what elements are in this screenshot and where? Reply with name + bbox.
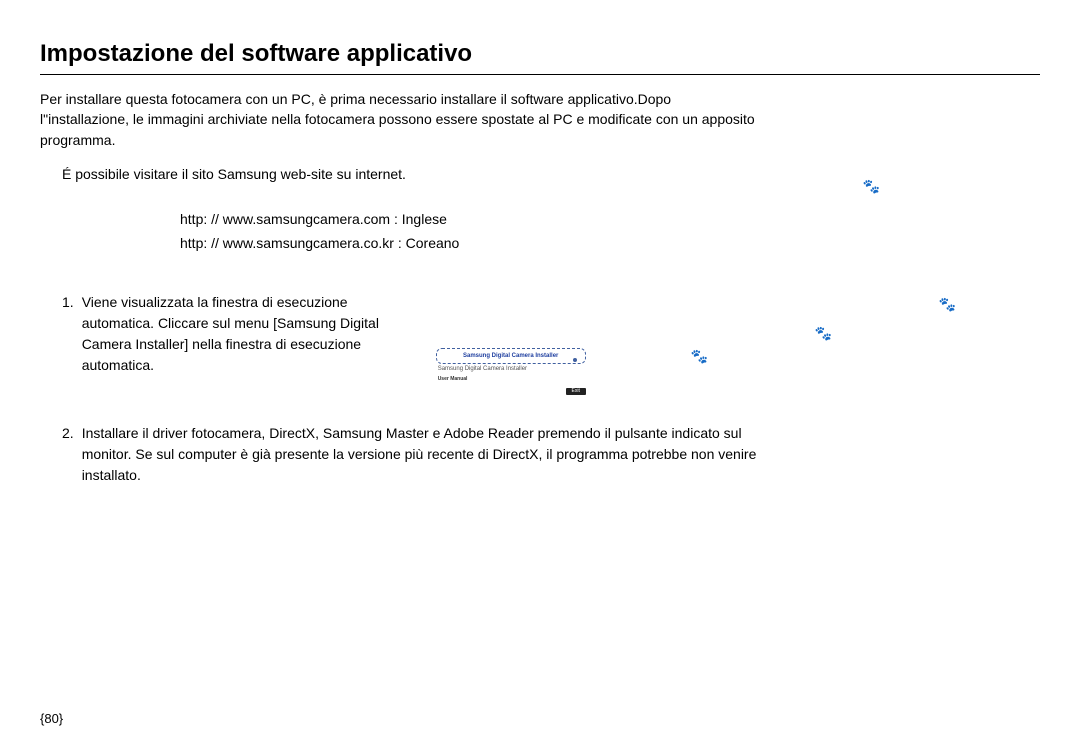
url-english: http: // www.samsungcamera.com : Inglese bbox=[180, 208, 1040, 232]
autorun-screenshot: Samsung Digital Camera Installer Samsung… bbox=[436, 348, 586, 395]
page-title: Impostazione del software applicativo bbox=[40, 40, 1040, 68]
step-2-number: 2. bbox=[62, 423, 74, 444]
url-korean: http: // www.samsungcamera.co.kr : Corea… bbox=[180, 232, 1040, 256]
step-2: 2. Installare il driver fotocamera, Dire… bbox=[62, 423, 1040, 486]
step-1-text: Viene visualizzata la finestra di esecuz… bbox=[82, 292, 412, 376]
autorun-exit-button: Exit bbox=[566, 388, 586, 395]
title-divider bbox=[40, 74, 1040, 75]
page: Impostazione del software applicativo Pe… bbox=[0, 0, 1080, 746]
page-number: {80} bbox=[40, 711, 63, 726]
paw-icon: 🐾 bbox=[863, 178, 880, 195]
url-block: http: // www.samsungcamera.com : Inglese… bbox=[180, 208, 1040, 256]
paw-icon: 🐾 bbox=[939, 296, 956, 313]
autorun-installer-subtext: Samsung Digital Camera Installer bbox=[438, 366, 586, 372]
paw-icon: 🐾 bbox=[815, 325, 832, 342]
paw-icon: 🐾 bbox=[691, 348, 708, 365]
step-1-number: 1. bbox=[62, 292, 74, 376]
step-1: 1. Viene visualizzata la finestra di ese… bbox=[62, 292, 1040, 395]
intro-paragraph: Per installare questa fotocamera con un … bbox=[40, 89, 760, 150]
website-note: É possibile visitare il sito Samsung web… bbox=[62, 164, 1040, 184]
autorun-installer-box: Samsung Digital Camera Installer bbox=[436, 348, 586, 364]
autorun-user-manual: User Manual bbox=[438, 376, 586, 382]
step-2-text: Installare il driver fotocamera, DirectX… bbox=[82, 423, 762, 486]
autorun-installer-label: Samsung Digital Camera Installer bbox=[463, 353, 558, 359]
cursor-icon bbox=[573, 358, 577, 362]
